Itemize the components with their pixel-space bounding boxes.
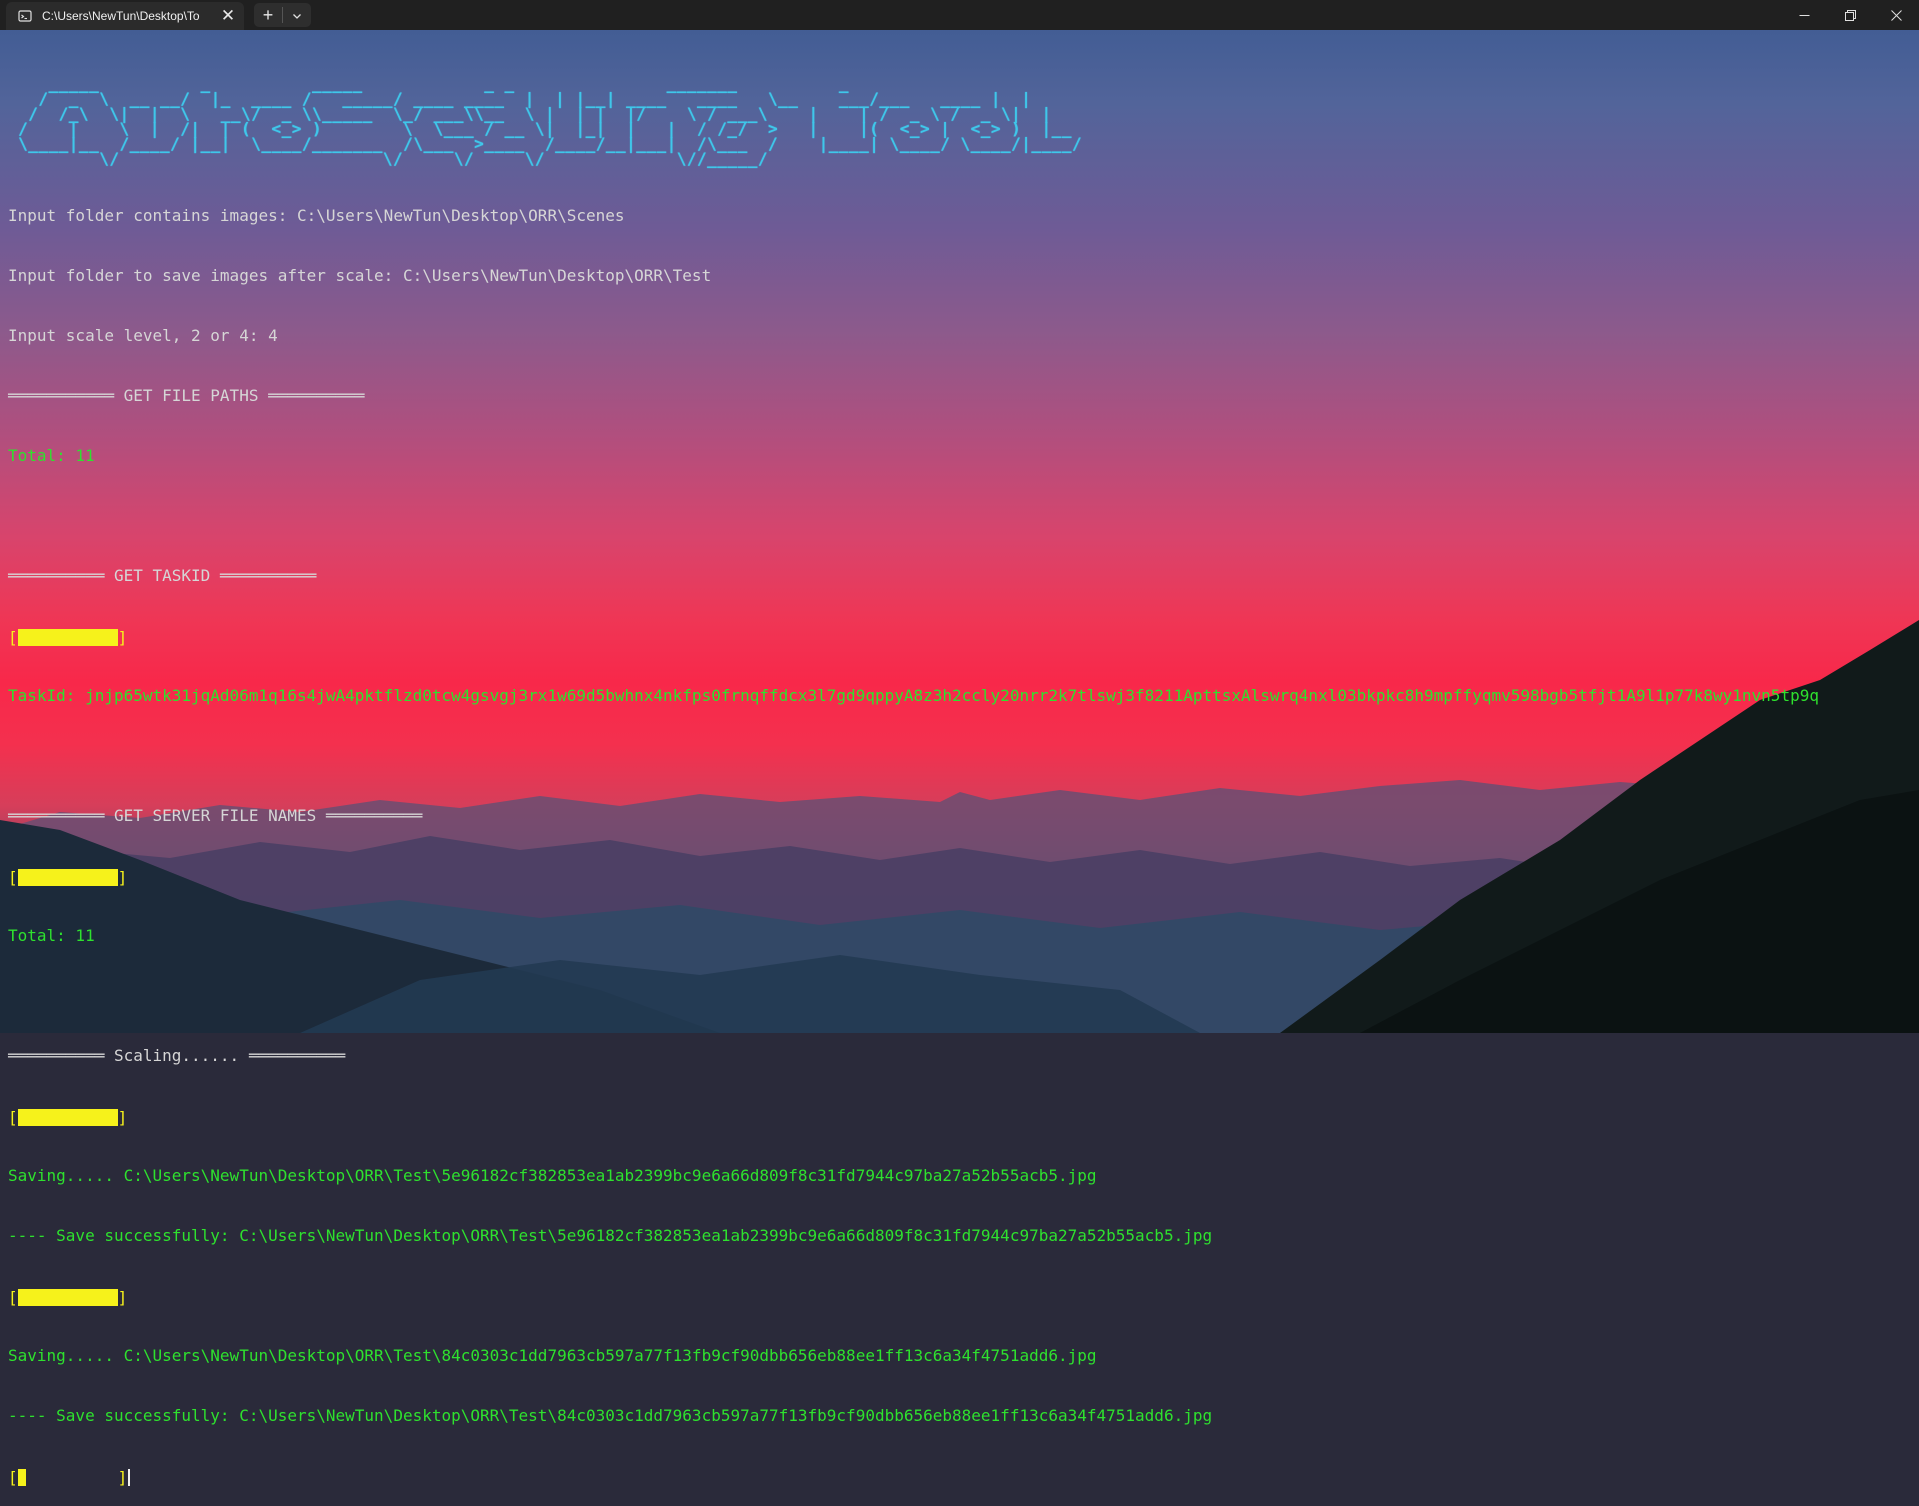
close-window-icon[interactable] xyxy=(1873,0,1919,30)
progress-bar: [] xyxy=(8,626,1919,647)
chevron-down-icon[interactable] xyxy=(283,3,311,27)
progress-bracket-close: ] xyxy=(117,1108,128,1127)
progress-bracket-open: [ xyxy=(8,1468,18,1487)
progress-fill xyxy=(17,1109,118,1126)
ascii-banner: _____ _ _____ _ _ _______ _ / _ \ __ __/… xyxy=(18,74,1083,168)
total-server-names: Total: 11 xyxy=(8,926,95,945)
minimize-icon[interactable] xyxy=(1781,0,1827,30)
section-get-file-paths: ═══════════ GET FILE PATHS ══════════ xyxy=(8,386,365,405)
progress-bracket-open: [ xyxy=(8,1108,18,1127)
saved-line-1: ---- Save successfully: C:\Users\NewTun\… xyxy=(8,1226,1213,1245)
total-file-paths: Total: 11 xyxy=(8,446,95,465)
progress-bracket-close: ] xyxy=(117,628,128,647)
progress-bar: [] xyxy=(8,866,1919,887)
progress-bar: [] xyxy=(8,1466,1919,1487)
progress-fill xyxy=(17,629,118,646)
taskid-line: TaskId: jnjp65wtk31jqAd06m1q16s4jwA4pktf… xyxy=(8,686,1819,705)
progress-fill xyxy=(17,1289,118,1306)
progress-bar: [] xyxy=(8,1106,1919,1127)
progress-bracket-close: ] xyxy=(117,868,128,887)
progress-bracket-close: ] xyxy=(117,1288,128,1307)
section-get-taskid: ══════════ GET TASKID ══════════ xyxy=(8,566,317,585)
progress-fill xyxy=(17,869,118,886)
terminal-icon xyxy=(17,8,33,24)
maximize-icon[interactable] xyxy=(1827,0,1873,30)
progress-bracket-close: ] xyxy=(117,1468,128,1487)
progress-bracket-open: [ xyxy=(8,868,18,887)
progress-bar: [] xyxy=(8,1286,1919,1307)
output-folder-line: Input folder to save images after scale:… xyxy=(8,266,712,285)
plus-icon[interactable]: + xyxy=(254,3,282,27)
title-bar: C:\Users\NewTun\Desktop\To ✕ + xyxy=(0,0,1919,30)
scale-level-line: Input scale level, 2 or 4: 4 xyxy=(8,326,278,345)
section-scaling: ══════════ Scaling...... ══════════ xyxy=(8,1046,346,1065)
progress-bracket-open: [ xyxy=(8,628,18,647)
progress-fill xyxy=(17,1469,26,1486)
tab-title: C:\Users\NewTun\Desktop\To xyxy=(42,9,200,23)
saving-line-1: Saving..... C:\Users\NewTun\Desktop\ORR\… xyxy=(8,1166,1097,1185)
saving-line-2: Saving..... C:\Users\NewTun\Desktop\ORR\… xyxy=(8,1346,1097,1365)
input-folder-line: Input folder contains images: C:\Users\N… xyxy=(8,206,625,225)
progress-empty xyxy=(26,1466,118,1483)
active-tab[interactable]: C:\Users\NewTun\Desktop\To ✕ xyxy=(6,2,244,30)
window-controls xyxy=(1781,0,1919,30)
terminal-output[interactable]: _____ _ _____ _ _ _______ _ / _ \ __ __/… xyxy=(8,36,1919,1488)
saved-line-2: ---- Save successfully: C:\Users\NewTun\… xyxy=(8,1406,1213,1425)
new-tab-group: + xyxy=(254,3,311,27)
section-get-server-file-names: ══════════ GET SERVER FILE NAMES ═══════… xyxy=(8,806,423,825)
text-cursor xyxy=(128,1469,131,1486)
close-icon[interactable]: ✕ xyxy=(218,6,238,26)
progress-bracket-open: [ xyxy=(8,1288,18,1307)
